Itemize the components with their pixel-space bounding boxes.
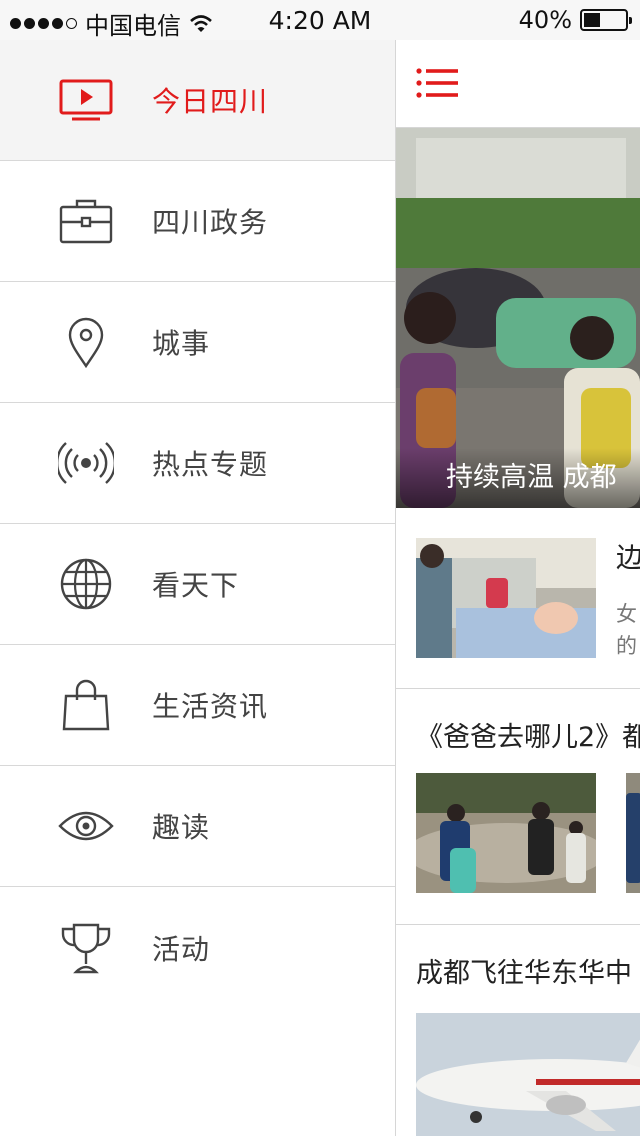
hamburger-menu-icon[interactable] xyxy=(416,68,460,98)
menu-item-activities[interactable]: 活动 xyxy=(0,887,395,1008)
news-title: 《爸爸去哪儿2》都 xyxy=(416,722,640,753)
broadcast-icon xyxy=(58,435,114,491)
status-right: 40% xyxy=(518,6,632,34)
battery-percent: 40% xyxy=(518,6,572,34)
main-content: 持续高温 成都 边 女 的 《爸爸去哪儿2》都 成都飞往华东华中 xyxy=(396,40,640,1136)
hero-caption-bar: 持续高温 成都 xyxy=(396,448,640,508)
menu-label: 活动 xyxy=(152,932,211,966)
location-pin-icon xyxy=(58,314,114,370)
news-title: 成都飞往华东华中 xyxy=(416,958,632,989)
battery-icon xyxy=(580,9,632,31)
menu-label: 热点专题 xyxy=(152,448,269,481)
news-thumbnail xyxy=(416,1013,640,1136)
hero-caption: 持续高温 成都 xyxy=(446,462,617,493)
menu-item-life-info[interactable]: 生活资讯 xyxy=(0,645,395,766)
eye-icon xyxy=(58,798,114,854)
menu-label: 趣读 xyxy=(152,811,211,844)
news-item[interactable]: 《爸爸去哪儿2》都 xyxy=(396,689,640,925)
menu-item-sichuan-government[interactable]: 四川政务 xyxy=(0,161,395,282)
menu-item-today-sichuan[interactable]: 今日四川 xyxy=(0,40,395,161)
menu-label: 今日四川 xyxy=(152,85,269,118)
status-bar: 中国电信 4:20 AM 40% xyxy=(0,0,640,40)
side-drawer: 今日四川 四川政务 城事 热点专题 看天下 生活资讯 趣读 活动 xyxy=(0,40,396,1136)
news-item[interactable]: 成都飞往华东华中 xyxy=(396,925,640,1136)
news-thumbnail xyxy=(626,773,640,893)
news-summary-line: 女 xyxy=(616,602,637,626)
menu-item-world-news[interactable]: 看天下 xyxy=(0,524,395,645)
news-summary: 女 的 xyxy=(616,598,637,662)
menu-label: 生活资讯 xyxy=(152,690,269,723)
menu-label: 城事 xyxy=(152,327,211,360)
news-summary-line: 的 xyxy=(616,634,637,658)
menu-item-fun-reading[interactable]: 趣读 xyxy=(0,766,395,887)
briefcase-icon xyxy=(58,193,114,249)
hero-banner[interactable]: 持续高温 成都 xyxy=(396,128,640,508)
menu-label: 四川政务 xyxy=(152,206,269,239)
globe-icon xyxy=(58,556,114,612)
top-bar xyxy=(396,40,640,128)
news-item[interactable]: 边 女 的 xyxy=(396,508,640,689)
menu-item-city-affairs[interactable]: 城事 xyxy=(0,282,395,403)
battery-level xyxy=(584,13,600,27)
news-title: 边 xyxy=(616,543,640,574)
menu-label: 看天下 xyxy=(152,569,240,602)
tv-play-icon xyxy=(58,72,114,128)
menu-item-hot-topics[interactable]: 热点专题 xyxy=(0,403,395,524)
news-thumbnail xyxy=(416,773,596,893)
news-thumbnail xyxy=(416,538,596,658)
trophy-icon xyxy=(58,920,114,976)
shopping-bag-icon xyxy=(58,677,114,733)
